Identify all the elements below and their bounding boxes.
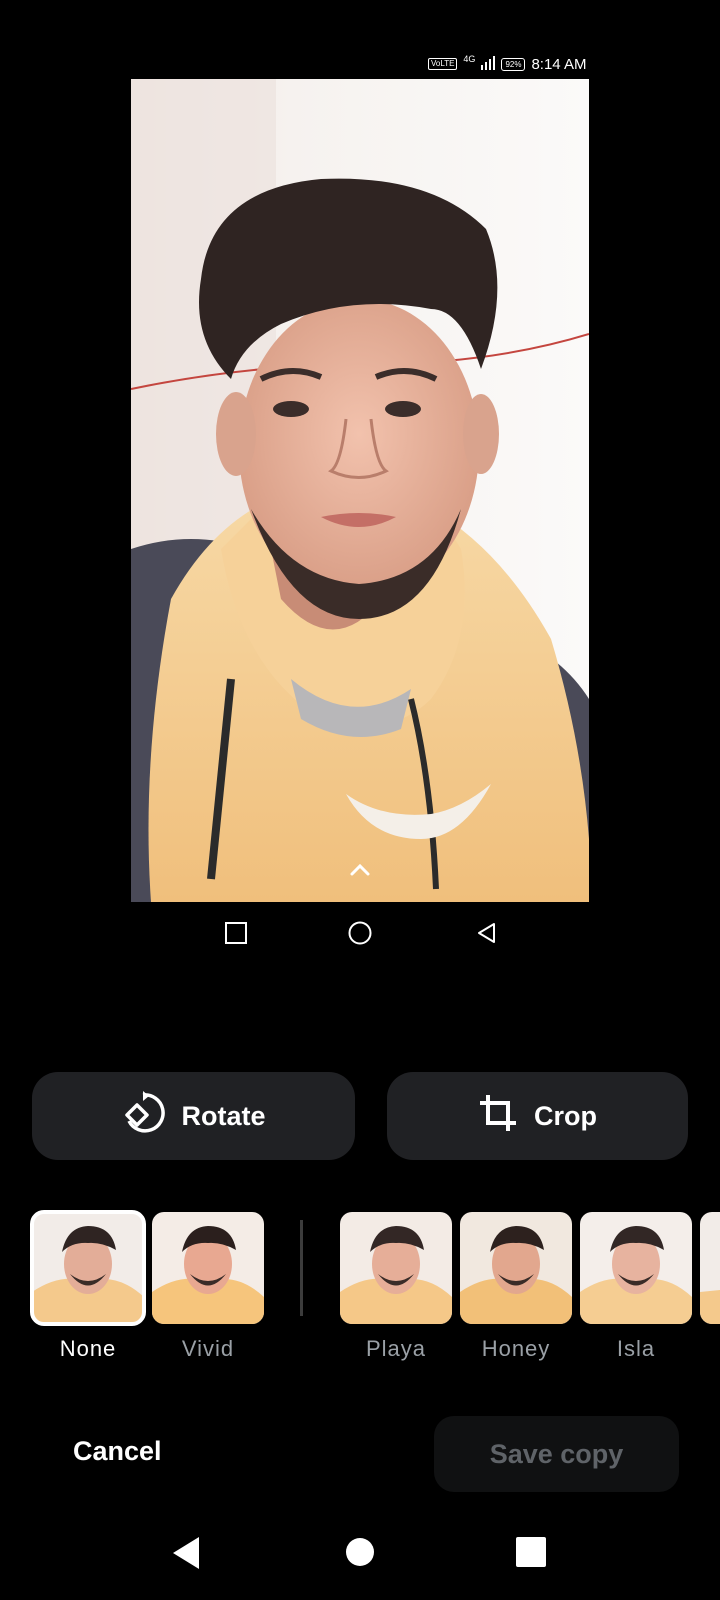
volte-indicator: VoLTE [428,58,458,70]
signal-icon [481,55,496,73]
home-icon[interactable] [345,1537,375,1572]
filter-label-playa: Playa [365,1336,427,1361]
filter-thumb-partial[interactable] [700,1212,720,1324]
battery-indicator: 92% [501,57,526,71]
chevron-up-icon[interactable] [348,858,372,882]
crop-icon [478,1093,518,1140]
filter-thumb-vivid[interactable] [152,1212,264,1324]
back-icon[interactable] [171,1536,201,1575]
filter-thumb-none[interactable] [30,1210,146,1326]
filter-divider [300,1220,303,1316]
filter-label-vivid: Vivid [181,1336,235,1361]
filter-thumb-playa[interactable] [340,1212,452,1324]
rotate-label: Rotate [181,1100,266,1131]
network-indicator: 4G [463,54,476,64]
filter-label-honey: Honey [481,1336,551,1361]
clock: 8:14 AM [531,55,587,73]
filter-thumb-honey[interactable] [460,1212,572,1324]
status-bar: VoLTE 4G 92% 8:14 AM [428,54,587,74]
square-outline-icon[interactable] [225,922,247,949]
filter-thumb-isla[interactable] [580,1212,692,1324]
crop-button[interactable]: Crop [387,1072,688,1160]
rotate-button[interactable]: Rotate [32,1072,355,1160]
rotate-icon [121,1090,166,1142]
save-copy-button[interactable]: Save copy [434,1416,679,1492]
crop-label: Crop [534,1100,597,1131]
recents-icon[interactable] [516,1537,546,1572]
portrait-image [131,79,589,902]
photo-preview[interactable] [131,79,589,902]
filter-label-none: None [59,1336,117,1361]
circle-outline-icon[interactable] [348,921,372,950]
cancel-button[interactable]: Cancel [73,1436,162,1467]
filter-label-isla: Isla [616,1336,656,1361]
triangle-back-outline-icon[interactable] [476,922,498,949]
